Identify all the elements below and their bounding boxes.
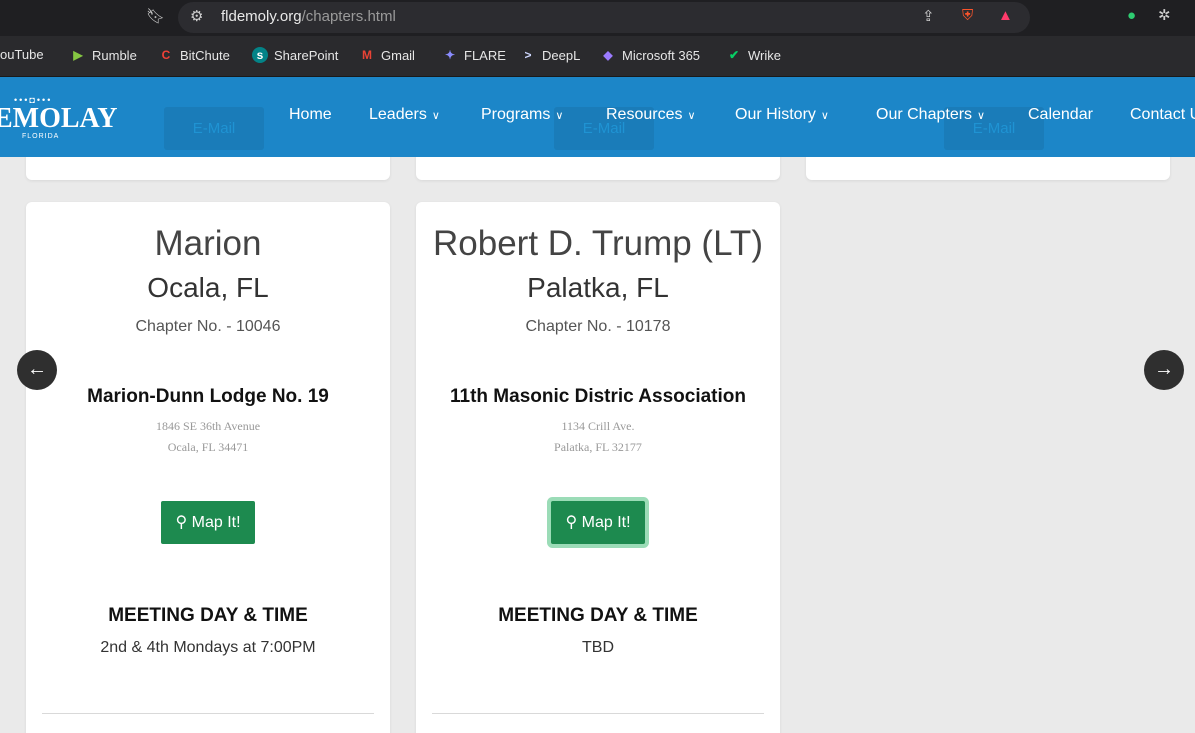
bookmark-youtube[interactable]: ouTube — [0, 47, 44, 62]
logo-subtitle: FLORIDA — [22, 133, 60, 140]
bookmark-rumble[interactable]: ▶ Rumble — [70, 47, 136, 63]
chapter-city: Palatka, FL — [527, 272, 669, 303]
meeting-heading: MEETING DAY & TIME — [498, 605, 698, 626]
nav-programs[interactable]: Programs ∨ — [481, 106, 563, 124]
meeting-time: TBD — [582, 639, 614, 656]
chevron-down-icon: ∨ — [431, 110, 440, 122]
chevron-down-icon: ∨ — [687, 110, 696, 122]
bookmark-gmail[interactable]: M Gmail — [359, 47, 415, 63]
meeting-time: 2nd & 4th Mondays at 7:00PM — [100, 639, 316, 656]
chapters-content: Marion Ocala, FL Chapter No. - 10046 Mar… — [0, 147, 1195, 733]
map-pin-icon: ⚲ — [175, 514, 192, 531]
bookmark-deepl[interactable]: > DeepL — [520, 47, 580, 63]
lodge-name: 11th Masonic Distric Association — [450, 386, 746, 407]
site-navigation: •••◘••• EMOLAY FLORIDA E-Mail E-Mail E-M… — [0, 77, 1195, 157]
nav-contact[interactable]: Contact U — [1130, 106, 1195, 124]
wrike-icon: ✔ — [728, 48, 740, 62]
url-text[interactable]: fldemoly.org/chapters.html — [221, 8, 396, 25]
chevron-down-icon: ∨ — [977, 110, 986, 122]
logo-wordmark: EMOLAY — [0, 103, 118, 134]
bitchute-icon: C — [161, 48, 171, 62]
extensions-puzzle-icon[interactable]: ✲ — [1158, 8, 1171, 24]
map-it-button[interactable]: ⚲ Map It! — [551, 501, 645, 544]
lodge-address: 1134 Crill Ave. Palatka, FL 32177 — [554, 419, 642, 454]
chapter-number: Chapter No. - 10178 — [525, 318, 671, 335]
arrow-left-icon: ← — [27, 358, 47, 380]
chevron-down-icon: ∨ — [820, 110, 829, 122]
carousel-prev-button[interactable]: ← — [17, 350, 57, 390]
nav-home[interactable]: Home — [289, 106, 332, 124]
email-button-ghost: E-Mail — [164, 107, 264, 150]
bookmarks-bar: ouTube ▶ Rumble C BitChute s SharePoint M Gm… — [0, 36, 1195, 77]
lodge-name: Marion-Dunn Lodge No. 19 — [87, 386, 329, 407]
deepl-icon: > — [524, 48, 532, 62]
rumble-icon: ▶ — [73, 48, 83, 62]
chapter-card: Robert D. Trump (LT) Palatka, FL Chapter… — [416, 202, 780, 733]
divider — [432, 713, 764, 714]
nav-our-history[interactable]: Our History ∨ — [735, 106, 829, 124]
chevron-down-icon: ∨ — [555, 110, 564, 122]
lodge-address: 1846 SE 36th Avenue Ocala, FL 34471 — [155, 419, 261, 454]
chapter-name: Marion — [154, 224, 262, 263]
carousel-next-button[interactable]: → — [1144, 350, 1184, 390]
map-pin-icon: ⚲ — [565, 514, 582, 531]
bookmark-flare[interactable]: ✦ FLARE — [442, 47, 506, 63]
brave-shield-icon[interactable]: ⛨ — [962, 8, 973, 24]
bookmark-icon[interactable]: 🔖︎ — [146, 9, 165, 25]
sharepoint-icon: s — [252, 47, 268, 63]
chapter-card: Marion Ocala, FL Chapter No. - 10046 Mar… — [26, 202, 390, 733]
chapter-name: Robert D. Trump (LT) — [433, 224, 763, 263]
map-it-button[interactable]: ⚲ Map It! — [161, 501, 255, 544]
nav-leaders[interactable]: Leaders ∨ — [369, 106, 440, 124]
nav-resources[interactable]: Resources ∨ — [606, 106, 696, 124]
bookmark-microsoft365[interactable]: ◆ Microsoft 365 — [600, 47, 700, 63]
meeting-heading: MEETING DAY & TIME — [108, 605, 308, 626]
nav-our-chapters[interactable]: Our Chapters ∨ — [876, 106, 985, 124]
site-info-icon[interactable]: ⚙︎ — [190, 9, 203, 25]
bookmark-wrike[interactable]: ✔ Wrike — [726, 47, 781, 63]
gmail-icon: M — [362, 48, 372, 62]
chapter-number: Chapter No. - 10046 — [135, 318, 281, 335]
nav-calendar[interactable]: Calendar — [1028, 106, 1093, 124]
browser-address-bar: 🔖︎ ⚙︎ fldemoly.org/chapters.html ⇪ ⛨ ▲ ●… — [0, 0, 1195, 36]
microsoft365-icon: ◆ — [603, 48, 613, 62]
chapter-city: Ocala, FL — [147, 272, 269, 303]
bookmark-bitchute[interactable]: C BitChute — [158, 47, 230, 63]
flare-icon: ✦ — [444, 48, 456, 62]
brave-rewards-icon[interactable]: ▲ — [998, 8, 1013, 24]
arrow-right-icon: → — [1154, 358, 1174, 380]
divider — [42, 713, 374, 714]
extension-icon[interactable]: ● — [1127, 8, 1136, 24]
share-icon[interactable]: ⇪ — [922, 9, 935, 25]
bookmark-sharepoint[interactable]: s SharePoint — [252, 47, 338, 63]
